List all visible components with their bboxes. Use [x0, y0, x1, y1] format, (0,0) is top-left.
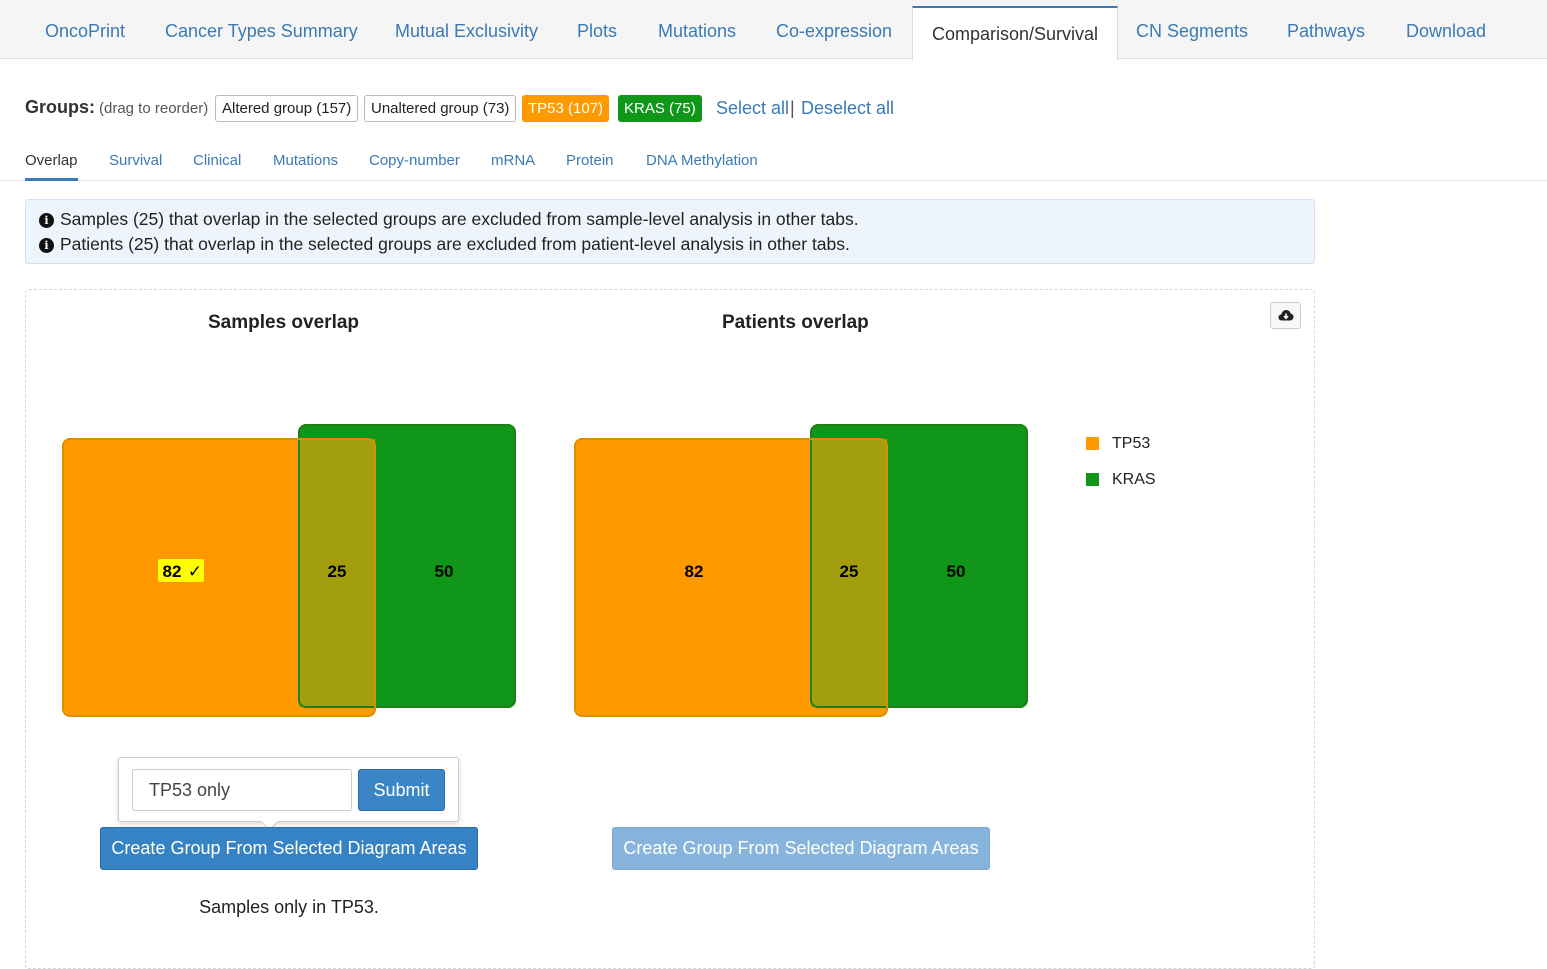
selection-caption: Samples only in TP53.: [199, 897, 379, 917]
count-kras-only: 50: [947, 562, 966, 581]
create-group-button-patients[interactable]: Create Group From Selected Diagram Areas: [612, 827, 990, 870]
tab-download[interactable]: Download: [1406, 0, 1486, 59]
samples-overlap-title: Samples overlap: [208, 312, 360, 333]
tab-plots[interactable]: Plots: [577, 0, 617, 59]
group-chip-kras[interactable]: KRAS (75): [618, 95, 702, 122]
patients-overlap-title: Patients overlap: [722, 312, 869, 333]
info-circle-icon: i: [39, 213, 54, 228]
tab-cn-segments[interactable]: CN Segments: [1136, 0, 1248, 59]
legend-label-kras: KRAS: [1112, 471, 1156, 488]
alert-line-samples: i Samples (25) that overlap in the select…: [39, 209, 859, 230]
create-group-button-samples[interactable]: Create Group From Selected Diagram Areas: [100, 827, 478, 870]
download-button[interactable]: [1270, 302, 1301, 329]
legend-label-tp53: TP53: [1112, 435, 1151, 452]
subtab-mrna[interactable]: mRNA: [491, 152, 535, 169]
subtab-mutations[interactable]: Mutations: [273, 152, 338, 169]
link-separator: |: [790, 98, 795, 118]
alert-text-samples: Samples (25) that overlap in the selecte…: [60, 209, 859, 229]
alert-line-patients: i Patients (25) that overlap in the selec…: [39, 234, 850, 255]
count-kras-only: 50: [435, 562, 454, 581]
active-subtab-indicator: [25, 178, 78, 181]
tab-cancer-types-summary[interactable]: Cancer Types Summary: [165, 0, 358, 59]
subtab-protein[interactable]: Protein: [566, 152, 614, 169]
group-chip-tp53[interactable]: TP53 (107): [522, 95, 610, 122]
deselect-all-link[interactable]: Deselect all: [801, 98, 894, 119]
count-tp53-only: 82: [163, 562, 182, 581]
tab-mutations[interactable]: Mutations: [658, 0, 736, 59]
legend-swatch-kras: [1086, 473, 1099, 486]
group-chip-altered[interactable]: Altered group (157): [215, 95, 359, 122]
subtab-clinical[interactable]: Clinical: [193, 152, 241, 169]
comparison-sub-tab-bar: Overlap Survival Clinical Mutations Copy…: [0, 140, 1547, 181]
tab-oncoprint[interactable]: OncoPrint: [45, 0, 125, 59]
count-overlap: 25: [328, 562, 347, 581]
subtab-overlap[interactable]: Overlap: [25, 152, 78, 169]
group-name-input[interactable]: [132, 769, 352, 811]
subtab-dna-methylation[interactable]: DNA Methylation: [646, 152, 758, 169]
samples-venn-diagram: 82 ✓ 25 50: [62, 424, 516, 717]
group-chip-unaltered[interactable]: Unaltered group (73): [364, 95, 517, 122]
tab-pathways[interactable]: Pathways: [1287, 0, 1365, 59]
tab-co-expression[interactable]: Co-expression: [776, 0, 892, 59]
subtab-copy-number[interactable]: Copy-number: [369, 152, 460, 169]
count-tp53-only: 82: [685, 562, 704, 581]
main-tab-bar: OncoPrint Cancer Types Summary Mutual Ex…: [0, 0, 1547, 60]
legend-swatch-tp53: [1086, 437, 1099, 450]
alert-text-patients: Patients (25) that overlap in the select…: [60, 234, 850, 254]
cloud-download-icon: [1278, 310, 1294, 321]
overlap-info-alert: i Samples (25) that overlap in the select…: [25, 199, 1315, 264]
selected-checkmark-icon: ✓: [188, 562, 202, 582]
groups-label: Groups:: [25, 97, 95, 117]
tab-comparison-survival[interactable]: Comparison/Survival: [912, 6, 1119, 60]
groups-drag-hint: (drag to reorder): [99, 100, 209, 117]
tab-mutual-exclusivity[interactable]: Mutual Exclusivity: [395, 0, 538, 59]
info-circle-icon: i: [39, 238, 54, 253]
count-overlap: 25: [840, 562, 859, 581]
select-all-link[interactable]: Select all: [716, 98, 789, 119]
patients-venn-diagram: 82 25 50: [574, 424, 1028, 717]
submit-button[interactable]: Submit: [358, 769, 445, 811]
subtab-survival[interactable]: Survival: [109, 152, 162, 169]
